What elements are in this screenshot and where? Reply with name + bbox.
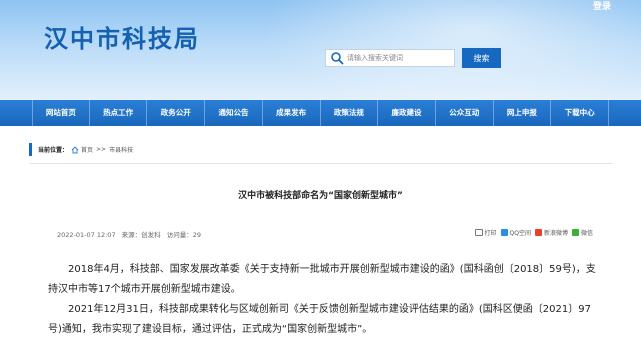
login-link[interactable]: 登录	[593, 0, 611, 12]
share-bar: 打印 QQ空间 新浪微博 微信	[471, 228, 593, 237]
breadcrumb-home-link[interactable]: 首页	[81, 145, 93, 154]
breadcrumb-label: 当前位置：	[38, 147, 69, 154]
share-weibo-label: 新浪微博	[543, 230, 568, 237]
nav-item-policies[interactable]: 政策法规	[321, 100, 379, 126]
nav-item-notices[interactable]: 通知公告	[205, 100, 263, 126]
weibo-icon	[534, 229, 542, 236]
share-qq-label: QQ空间	[509, 230, 531, 237]
breadcrumb-separator: >>	[96, 146, 107, 153]
print-button[interactable]: 打印	[474, 228, 497, 237]
site-header: 登录 汉中市科技局 搜索	[0, 0, 641, 100]
search-button[interactable]: 搜索	[462, 48, 501, 68]
article-date: 2022-01-07 12:07	[57, 231, 116, 239]
home-icon	[71, 145, 79, 153]
nav-item-hot-work[interactable]: 热点工作	[90, 100, 148, 126]
article-visits: 访问量：29	[166, 231, 202, 239]
main-nav: 网站首页 热点工作 政务公开 通知公告 成果发布 政策法规 廉政建设 公众互动 …	[0, 100, 641, 126]
wechat-icon	[571, 229, 579, 236]
search-icon	[331, 52, 344, 65]
nav-item-achievements[interactable]: 成果发布	[263, 100, 321, 126]
print-label: 打印	[484, 230, 497, 237]
share-wechat-button[interactable]: 微信	[571, 228, 593, 237]
share-weibo-button[interactable]: 新浪微博	[534, 228, 568, 237]
qq-icon	[500, 229, 508, 236]
article-paragraph: 2018年4月，科技部、国家发展改革委《关于支持新一批城市开展创新型城市建设的函…	[48, 264, 596, 295]
site-title[interactable]: 汉中市科技局	[44, 19, 200, 54]
article-source: 来源：创发科	[121, 231, 161, 239]
breadcrumb-current[interactable]: 市县科技	[109, 145, 133, 154]
article-meta: 2022-01-07 12:07 来源：创发科 访问量：29	[57, 229, 205, 239]
nav-item-online-apply[interactable]: 网上申报	[494, 100, 552, 126]
nav-item-interaction[interactable]: 公众互动	[436, 100, 494, 126]
article-title: 汉中市被科技部命名为“国家创新型城市”	[238, 191, 403, 201]
share-wechat-label: 微信	[580, 230, 593, 237]
nav-item-integrity[interactable]: 廉政建设	[378, 100, 436, 126]
divider	[29, 163, 612, 164]
nav-item-home[interactable]: 网站首页	[32, 100, 90, 126]
article-body: 2018年4月，科技部、国家发展改革委《关于支持新一批城市开展创新型城市建设的函…	[48, 260, 598, 340]
breadcrumb: 当前位置： 首页 >> 市县科技	[29, 143, 133, 156]
nav-item-gov-affairs[interactable]: 政务公开	[147, 100, 206, 126]
printer-icon	[474, 229, 483, 236]
share-qq-button[interactable]: QQ空间	[500, 228, 531, 237]
article-paragraph: 2021年12月31日，科技部成果转化与区域创新司《关于反馈创新型城市建设评估结…	[48, 304, 591, 335]
search-input[interactable]	[344, 54, 447, 62]
search-box[interactable]	[325, 49, 455, 67]
nav-item-downloads[interactable]: 下载中心	[551, 100, 609, 126]
